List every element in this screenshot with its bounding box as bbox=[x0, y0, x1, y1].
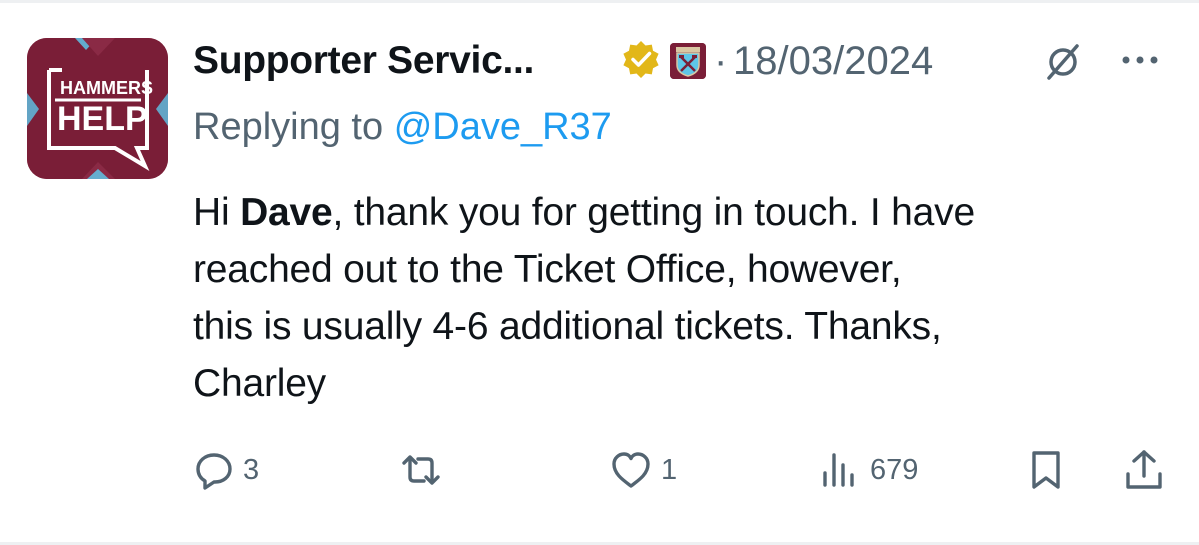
bookmark-button[interactable] bbox=[1026, 445, 1066, 495]
more-options-icon[interactable] bbox=[1119, 52, 1161, 68]
repost-icon bbox=[398, 449, 444, 491]
header-separator: · bbox=[714, 39, 728, 83]
display-name[interactable]: Supporter Servic... bbox=[193, 38, 534, 84]
like-button[interactable]: 1 bbox=[609, 445, 677, 495]
avatar[interactable]: HAMMERS HELP bbox=[27, 38, 168, 179]
avatar-logo-line-2: HELP bbox=[57, 100, 148, 138]
tweet-header: Supporter Servic... · 18/03/2024 bbox=[193, 38, 1183, 88]
reply-count: 3 bbox=[243, 453, 260, 486]
reply-icon bbox=[193, 449, 235, 491]
top-divider bbox=[0, 0, 1199, 3]
tweet-text: Hi Dave, thank you for getting in touch.… bbox=[193, 184, 1178, 412]
tweet-bold-name: Dave bbox=[240, 191, 333, 234]
hammers-help-logo: HAMMERS HELP bbox=[27, 38, 168, 179]
tweet-line-4: Charley bbox=[193, 362, 326, 405]
replying-to-label: Replying to bbox=[193, 106, 384, 148]
west-ham-crest-icon[interactable] bbox=[670, 43, 706, 79]
views-bar-chart-icon bbox=[818, 449, 862, 491]
repost-button[interactable] bbox=[398, 445, 452, 495]
avatar-logo-line-1: HAMMERS bbox=[60, 78, 153, 98]
replying-to-line: Replying to @Dave_R37 bbox=[193, 104, 612, 150]
tweet-line-1-rest: , thank you for getting in touch. I have bbox=[332, 191, 976, 234]
bookmark-icon bbox=[1026, 448, 1066, 492]
tweet-greeting: Hi bbox=[193, 191, 241, 234]
views-button[interactable]: 679 bbox=[818, 445, 918, 495]
heart-icon bbox=[609, 449, 653, 491]
grok-icon[interactable] bbox=[1041, 40, 1085, 84]
reply-handle-link[interactable]: @Dave_R37 bbox=[394, 106, 612, 148]
like-count: 1 bbox=[661, 453, 678, 486]
tweet-line-1: Hi Dave, thank you for getting in touch.… bbox=[193, 184, 1178, 241]
timestamp[interactable]: 18/03/2024 bbox=[733, 38, 933, 84]
view-count: 679 bbox=[870, 453, 919, 486]
reply-button[interactable]: 3 bbox=[193, 445, 259, 495]
tweet-action-bar: 3 1 679 bbox=[0, 445, 1199, 495]
share-icon bbox=[1122, 448, 1166, 492]
tweet-line-2: reached out to the Ticket Office, howeve… bbox=[193, 248, 902, 291]
tweet-line-3: this is usually 4-6 additional tickets. … bbox=[193, 305, 942, 348]
share-button[interactable] bbox=[1122, 445, 1166, 495]
gold-verified-check-icon[interactable] bbox=[621, 39, 661, 79]
